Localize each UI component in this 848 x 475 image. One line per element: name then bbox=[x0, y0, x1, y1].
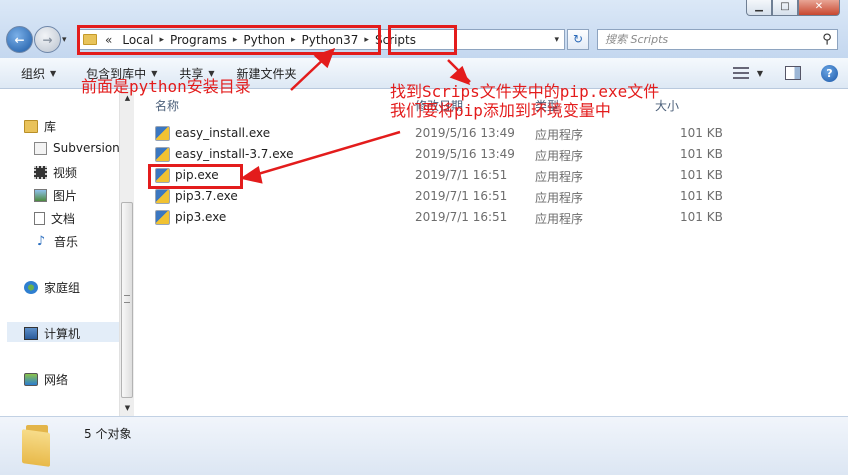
nav-scrollbar[interactable]: ▲ ▼ bbox=[119, 90, 134, 416]
file-type: 应用程序 bbox=[535, 128, 584, 142]
arrow-right-icon: → bbox=[42, 32, 53, 47]
nav-item-label: 家庭组 bbox=[44, 281, 81, 295]
file-list: 名称 修改日期 类型 大小 easy_install.exe 2019/5/16… bbox=[135, 90, 848, 416]
search-icon[interactable]: ⚲ bbox=[817, 32, 837, 47]
preview-pane-icon[interactable] bbox=[785, 66, 801, 80]
scroll-grip-icon bbox=[124, 295, 130, 303]
document-icon bbox=[34, 212, 45, 225]
help-icon[interactable]: ? bbox=[821, 64, 838, 82]
file-size: 101 KB bbox=[680, 168, 723, 182]
address-dropdown[interactable]: ▾ bbox=[554, 35, 559, 45]
maximize-button[interactable]: □ bbox=[772, 0, 798, 16]
organize-button[interactable]: 组织 ▼ bbox=[12, 62, 65, 84]
annotation-box-install-path bbox=[77, 25, 381, 55]
network-icon bbox=[24, 373, 38, 386]
organize-label: 组织 bbox=[21, 66, 46, 81]
file-row[interactable]: pip3.7.exe 2019/7/1 16:51 应用程序 101 KB bbox=[151, 187, 731, 207]
scroll-thumb[interactable] bbox=[121, 202, 133, 398]
nav-item-label: Subversion bbox=[53, 141, 119, 155]
library-folder-icon bbox=[34, 141, 47, 155]
file-size: 101 KB bbox=[680, 147, 723, 161]
nav-item-homegroup[interactable]: 家庭组 bbox=[24, 279, 80, 296]
toolbar-right: ▼ ? bbox=[732, 64, 838, 82]
window-controls: ▁ □ ✕ bbox=[746, 0, 840, 16]
annotation-install-dir-note: 前面是python安装目录 bbox=[81, 77, 251, 96]
file-name: easy_install-3.7.exe bbox=[175, 147, 294, 161]
file-name: pip3.exe bbox=[175, 210, 227, 224]
file-size: 101 KB bbox=[680, 210, 723, 224]
recent-pages-dropdown[interactable]: ▾ bbox=[62, 35, 67, 45]
nav-item-subversion[interactable]: Subversion bbox=[34, 141, 119, 155]
column-header-name[interactable]: 名称 bbox=[155, 97, 179, 114]
refresh-icon: ↻ bbox=[572, 32, 584, 46]
annotation-box-pip bbox=[148, 164, 243, 189]
file-type: 应用程序 bbox=[535, 170, 584, 184]
file-date: 2019/7/1 16:51 bbox=[415, 189, 508, 203]
nav-item-music[interactable]: ♪ 音乐 bbox=[34, 233, 78, 250]
dropdown-arrow-icon: ▼ bbox=[50, 68, 57, 78]
file-size: 101 KB bbox=[680, 126, 723, 140]
video-icon bbox=[34, 166, 47, 179]
nav-item-label: 音乐 bbox=[54, 235, 79, 249]
nav-item-videos[interactable]: 视频 bbox=[34, 164, 77, 181]
close-button[interactable]: ✕ bbox=[798, 0, 840, 16]
file-name: pip3.7.exe bbox=[175, 189, 238, 203]
nav-item-label: 图片 bbox=[53, 189, 78, 203]
file-date: 2019/7/1 16:51 bbox=[415, 168, 508, 182]
search-input[interactable] bbox=[598, 33, 817, 46]
back-button[interactable]: ← bbox=[6, 26, 33, 53]
navigation-pane: 库 Subversion 视频 图片 文档 ♪ 音乐 家庭组 计算机 网络 bbox=[0, 90, 119, 416]
file-row[interactable]: easy_install.exe 2019/5/16 13:49 应用程序 10… bbox=[151, 124, 731, 144]
nav-item-label: 网络 bbox=[44, 373, 69, 387]
file-row[interactable]: easy_install-3.7.exe 2019/5/16 13:49 应用程… bbox=[151, 145, 731, 165]
homegroup-icon bbox=[24, 281, 38, 294]
file-size: 101 KB bbox=[680, 189, 723, 203]
forward-button[interactable]: → bbox=[34, 26, 61, 53]
file-type: 应用程序 bbox=[535, 212, 584, 226]
music-icon: ♪ bbox=[36, 234, 46, 249]
item-count: 5 个对象 bbox=[84, 427, 132, 441]
computer-icon bbox=[24, 327, 38, 340]
search-box[interactable]: ⚲ bbox=[597, 29, 838, 50]
status-bar: 5 个对象 bbox=[0, 416, 848, 475]
refresh-button[interactable]: ↻ bbox=[567, 29, 589, 50]
nav-item-documents[interactable]: 文档 bbox=[34, 210, 75, 227]
nav-item-label: 视频 bbox=[53, 166, 78, 180]
folder-icon bbox=[22, 425, 54, 467]
nav-item-network[interactable]: 网络 bbox=[24, 371, 68, 388]
file-type: 应用程序 bbox=[535, 149, 584, 163]
minimize-button[interactable]: ▁ bbox=[746, 0, 772, 16]
scroll-down-button[interactable]: ▼ bbox=[120, 400, 135, 416]
file-row[interactable]: pip3.exe 2019/7/1 16:51 应用程序 101 KB bbox=[151, 208, 731, 228]
annotation-box-scripts bbox=[388, 25, 457, 55]
nav-item-pictures[interactable]: 图片 bbox=[34, 187, 77, 204]
annotation-scripts-note-line1: 找到Scrips文件夹中的pip.exe文件 bbox=[390, 82, 660, 101]
view-icon[interactable] bbox=[732, 67, 749, 79]
file-name: easy_install.exe bbox=[175, 126, 271, 140]
file-date: 2019/5/16 13:49 bbox=[415, 147, 515, 161]
python-exe-icon bbox=[155, 126, 170, 141]
nav-item-computer[interactable]: 计算机 bbox=[24, 325, 80, 342]
library-icon bbox=[24, 120, 38, 133]
nav-item-label: 计算机 bbox=[44, 327, 81, 341]
arrow-left-icon: ← bbox=[14, 32, 25, 47]
view-dropdown[interactable]: ▼ bbox=[757, 69, 763, 78]
python-exe-icon bbox=[155, 210, 170, 225]
nav-item-label: 文档 bbox=[51, 212, 76, 226]
file-date: 2019/7/1 16:51 bbox=[415, 210, 508, 224]
nav-item-label: 库 bbox=[44, 120, 57, 134]
picture-icon bbox=[34, 189, 47, 202]
python-exe-icon bbox=[155, 189, 170, 204]
nav-item-library[interactable]: 库 bbox=[24, 118, 56, 135]
annotation-scripts-note-line2: 我们要将pip添加到环境变量中 bbox=[390, 101, 611, 120]
python-exe-icon bbox=[155, 147, 170, 162]
file-date: 2019/5/16 13:49 bbox=[415, 126, 515, 140]
file-type: 应用程序 bbox=[535, 191, 584, 205]
